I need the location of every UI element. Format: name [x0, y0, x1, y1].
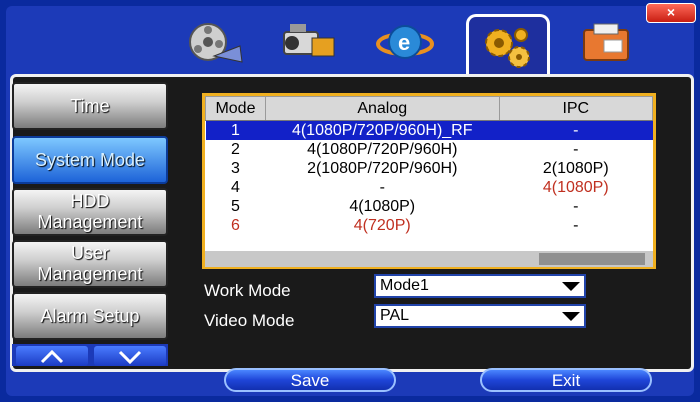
- table-row[interactable]: 1 4(1080P/720P/960H)_RF -: [205, 120, 653, 140]
- tab-network[interactable]: e: [366, 12, 444, 72]
- dropdown-arrow-icon: [562, 282, 580, 291]
- cell-mode: 4: [231, 178, 240, 196]
- video-mode-select[interactable]: PAL: [374, 304, 586, 328]
- cell-analog: 2(1080P/720P/960H): [307, 159, 458, 177]
- video-mode-value: PAL: [380, 307, 410, 324]
- work-mode-value: Mode1: [380, 277, 429, 294]
- cell-mode: 3: [231, 159, 240, 177]
- scroll-down-button[interactable]: [94, 346, 166, 366]
- folder-icon: [583, 23, 629, 61]
- sidebar: Time System Mode HDD Management User Man…: [12, 82, 168, 366]
- sidebar-item-time[interactable]: Time: [12, 82, 168, 130]
- sidebar-item-hdd-management[interactable]: HDD Management: [12, 188, 168, 236]
- cell-mode: 1: [205, 120, 266, 140]
- sidebar-item-label: System Mode: [34, 149, 146, 170]
- cell-analog: -: [379, 178, 385, 196]
- cell-mode: 6: [231, 216, 240, 234]
- cell-analog: 4(1080P): [349, 197, 416, 215]
- sidebar-item-label-line2: Management: [37, 264, 143, 284]
- save-button[interactable]: Save: [224, 368, 396, 392]
- cell-mode: 5: [231, 197, 240, 215]
- column-header-mode: Mode: [205, 96, 266, 121]
- cell-ipc: 4(1080P): [542, 178, 609, 196]
- sidebar-item-user-management[interactable]: User Management: [12, 240, 168, 288]
- mode-table: Mode Analog IPC 1 4(1080P/720P/960H)_RF …: [202, 93, 656, 269]
- video-mode-label: Video Mode: [204, 311, 295, 330]
- gears-icon: [485, 28, 530, 68]
- chevron-down-icon: [118, 350, 142, 365]
- sidebar-scroll-controls: [12, 344, 168, 366]
- cell-ipc: -: [573, 216, 579, 234]
- tab-bar: e: [0, 0, 700, 79]
- sidebar-item-system-mode[interactable]: System Mode: [12, 136, 168, 184]
- scroll-up-button[interactable]: [16, 346, 88, 366]
- scrollbar-thumb[interactable]: [539, 253, 645, 265]
- network-globe-icon: e: [376, 25, 434, 59]
- chevron-up-icon: [40, 349, 64, 364]
- cell-ipc: -: [573, 140, 579, 158]
- work-mode-label: Work Mode: [204, 281, 291, 300]
- table-row[interactable]: 3 2(1080P/720P/960H) 2(1080P): [206, 159, 653, 178]
- tab-record[interactable]: [176, 12, 254, 72]
- cell-mode: 2: [231, 140, 240, 158]
- sidebar-item-label-line1: HDD: [70, 191, 110, 211]
- svg-text:e: e: [398, 30, 410, 55]
- column-header-analog: Analog: [264, 96, 500, 121]
- cell-analog: 4(720P): [353, 216, 411, 234]
- sidebar-item-label: Alarm Setup: [40, 305, 140, 326]
- table-horizontal-scrollbar[interactable]: [205, 251, 653, 267]
- table-row[interactable]: 4 - 4(1080P): [206, 178, 653, 197]
- table-row[interactable]: 6 4(720P) -: [206, 216, 653, 235]
- cell-ipc: -: [499, 120, 653, 140]
- tab-system[interactable]: [466, 14, 550, 79]
- tab-info[interactable]: [566, 12, 644, 72]
- tab-camera[interactable]: [270, 12, 348, 72]
- cell-analog: 4(1080P/720P/960H)_RF: [265, 120, 500, 140]
- table-row[interactable]: 2 4(1080P/720P/960H) -: [206, 140, 653, 159]
- work-mode-select[interactable]: Mode1: [374, 274, 586, 298]
- cell-ipc: -: [573, 197, 579, 215]
- column-header-ipc: IPC: [498, 96, 654, 121]
- cell-ipc: 2(1080P): [542, 159, 609, 177]
- table-row[interactable]: 5 4(1080P) -: [206, 197, 653, 216]
- film-reel-icon: [189, 23, 243, 63]
- camcorder-icon: [283, 24, 335, 57]
- sidebar-item-alarm-setup[interactable]: Alarm Setup: [12, 292, 168, 340]
- cell-analog: 4(1080P/720P/960H): [307, 140, 458, 158]
- sidebar-item-label-line1: User: [70, 243, 109, 263]
- dropdown-arrow-icon: [562, 312, 580, 321]
- sidebar-item-label: Time: [70, 95, 110, 116]
- sidebar-item-label-line2: Management: [37, 212, 143, 232]
- exit-button[interactable]: Exit: [480, 368, 652, 392]
